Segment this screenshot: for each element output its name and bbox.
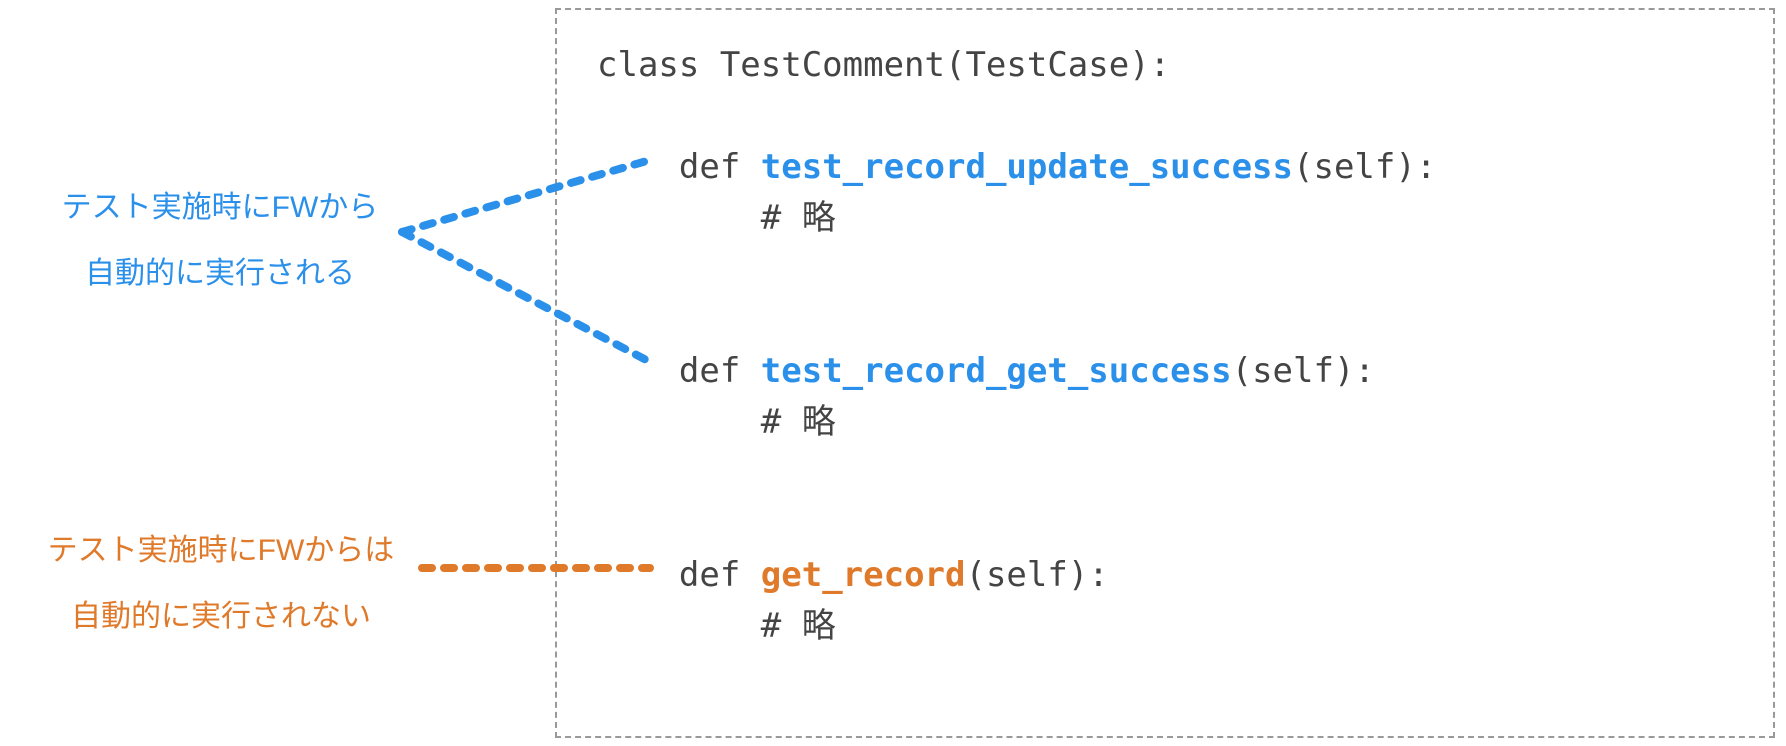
code-container: class TestComment(TestCase): def test_re… xyxy=(555,8,1775,738)
fn3-signature-tail: (self): xyxy=(965,555,1108,595)
fn3-body-comment: # 略 xyxy=(761,606,836,646)
annotation-auto-run-line1: テスト実施時にFWから xyxy=(30,175,410,241)
fn2-body-comment: # 略 xyxy=(761,402,836,442)
fn-name-test-record-get-success: test_record_get_success xyxy=(761,351,1232,391)
fn2-signature-tail: (self): xyxy=(1232,351,1375,391)
annotation-not-auto-run-line2: 自動的に実行されない xyxy=(16,584,426,650)
fn1-body-comment: # 略 xyxy=(761,198,836,238)
code-block: class TestComment(TestCase): def test_re… xyxy=(597,40,1733,652)
class-declaration: class TestComment(TestCase): xyxy=(597,45,1170,85)
annotation-not-auto-run-line1: テスト実施時にFWからは xyxy=(16,518,426,584)
fn-name-test-record-update-success: test_record_update_success xyxy=(761,147,1293,187)
annotation-auto-run-line2: 自動的に実行される xyxy=(30,241,410,307)
def-keyword-2: def xyxy=(679,351,761,391)
fn-name-get-record: get_record xyxy=(761,555,966,595)
fn1-signature-tail: (self): xyxy=(1293,147,1436,187)
annotation-not-auto-run: テスト実施時にFWからは 自動的に実行されない xyxy=(16,518,426,650)
def-keyword-3: def xyxy=(679,555,761,595)
def-keyword-1: def xyxy=(679,147,761,187)
annotation-auto-run: テスト実施時にFWから 自動的に実行される xyxy=(30,175,410,307)
